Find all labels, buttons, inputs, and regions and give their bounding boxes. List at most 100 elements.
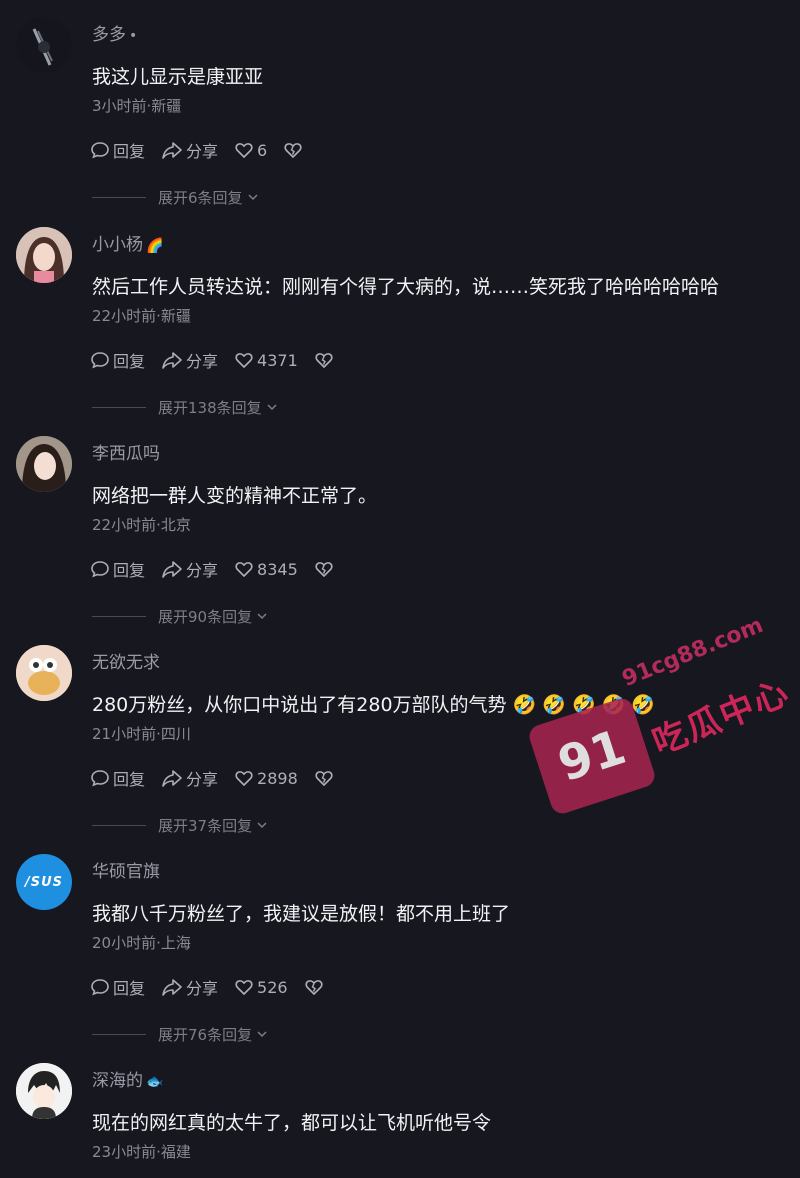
expand-label: 展开76条回复 <box>158 1025 253 1044</box>
comment-meta: 21小时前·四川 <box>92 725 191 743</box>
like-button[interactable]: 2898 <box>234 768 298 788</box>
reply-button[interactable]: 回复 <box>90 138 145 162</box>
comment-item: 多多 • 我这儿显示是康亚亚 3小时前·新疆 回复 分享 6 展开6条回复 <box>0 0 800 209</box>
comment-text: 我这儿显示是康亚亚 <box>92 66 264 88</box>
dislike-button[interactable] <box>314 559 337 579</box>
share-button[interactable]: 分享 <box>161 975 218 999</box>
username[interactable]: 多多 • <box>92 24 137 47</box>
username[interactable]: 小小杨 🌈 <box>92 234 163 257</box>
divider-line <box>92 1033 146 1035</box>
share-button[interactable]: 分享 <box>161 766 218 790</box>
share-icon <box>162 352 182 369</box>
username[interactable]: 无欲无求 <box>92 652 163 675</box>
share-icon <box>162 770 182 787</box>
reply-icon <box>91 142 109 159</box>
avatar[interactable] <box>16 436 72 492</box>
heart-icon <box>235 353 253 368</box>
reply-icon <box>91 352 109 369</box>
comment-meta: 20小时前·上海 <box>92 934 191 952</box>
share-label: 分享 <box>186 770 219 789</box>
chevron-down-icon <box>267 404 277 411</box>
avatar[interactable] <box>16 645 72 701</box>
heart-icon <box>235 980 253 995</box>
share-button[interactable]: 分享 <box>161 348 218 372</box>
like-count: 4371 <box>257 350 298 370</box>
reply-label: 回复 <box>113 770 146 789</box>
reply-label: 回复 <box>113 352 146 371</box>
share-icon <box>162 561 182 578</box>
share-icon <box>162 142 182 159</box>
comment-item: /SUS 华硕官旗 我都八千万粉丝了，我建议是放假！都不用上班了 20小时前·上… <box>0 837 800 1046</box>
expand-replies[interactable]: 展开76条回复 <box>92 1023 268 1045</box>
divider-line <box>92 615 146 617</box>
broken-heart-icon <box>315 353 333 368</box>
expand-replies[interactable]: 展开37条回复 <box>92 814 268 836</box>
comment-text: 网络把一群人变的精神不正常了。 <box>92 485 378 507</box>
reply-label: 回复 <box>113 561 146 580</box>
dislike-button[interactable] <box>314 768 337 788</box>
share-button[interactable]: 分享 <box>161 557 218 581</box>
expand-label: 展开90条回复 <box>158 607 253 626</box>
heart-icon <box>235 562 253 577</box>
broken-heart-icon <box>284 143 302 158</box>
broken-heart-icon <box>315 771 333 786</box>
divider-line <box>92 824 146 826</box>
heart-icon <box>235 143 253 158</box>
like-button[interactable]: 6 <box>234 140 267 160</box>
like-count: 6 <box>257 140 268 160</box>
dislike-button[interactable] <box>304 977 327 997</box>
reply-label: 回复 <box>113 142 146 161</box>
avatar[interactable] <box>16 1063 72 1119</box>
avatar[interactable] <box>16 227 72 283</box>
divider-line <box>92 196 146 198</box>
user-badge: 🌈 <box>146 238 164 254</box>
dislike-button[interactable] <box>283 140 306 160</box>
avatar[interactable]: /SUS <box>16 854 72 910</box>
comment-text: 然后工作人员转达说：刚刚有个得了大病的，说……笑死我了哈哈哈哈哈哈 <box>92 276 720 298</box>
user-badge: 🐟 <box>146 1074 164 1090</box>
share-label: 分享 <box>186 352 219 371</box>
dislike-button[interactable] <box>314 350 337 370</box>
share-button[interactable]: 分享 <box>161 138 218 162</box>
reply-icon <box>91 770 109 787</box>
user-badge: • <box>129 28 138 44</box>
reply-button[interactable]: 回复 <box>90 975 145 999</box>
reply-label: 回复 <box>113 979 146 998</box>
comment-meta: 22小时前·新疆 <box>92 307 191 325</box>
chevron-down-icon <box>257 1031 267 1038</box>
comment-meta: 3小时前·新疆 <box>92 97 182 115</box>
username[interactable]: 深海的 🐟 <box>92 1070 163 1093</box>
like-count: 2898 <box>257 768 298 788</box>
comment-text: 我都八千万粉丝了，我建议是放假！都不用上班了 <box>92 903 511 925</box>
like-button[interactable]: 4371 <box>234 350 298 370</box>
share-label: 分享 <box>186 979 219 998</box>
like-count: 526 <box>257 977 288 997</box>
share-icon <box>162 979 182 996</box>
comment-item: 小小杨 🌈 然后工作人员转达说：刚刚有个得了大病的，说……笑死我了哈哈哈哈哈哈 2… <box>0 210 800 419</box>
chevron-down-icon <box>257 613 267 620</box>
chevron-down-icon <box>248 194 258 201</box>
share-label: 分享 <box>186 561 219 580</box>
heart-icon <box>235 771 253 786</box>
broken-heart-icon <box>304 980 323 995</box>
username[interactable]: 华硕官旗 <box>92 861 163 884</box>
expand-replies[interactable]: 展开138条回复 <box>92 396 278 418</box>
comment-item: 深海的 🐟 现在的网红真的太牛了，都可以让飞机听他号令 23小时前·福建 <box>0 1046 800 1178</box>
reply-button[interactable]: 回复 <box>90 348 145 372</box>
comment-meta: 23小时前·福建 <box>92 1143 191 1161</box>
reply-button[interactable]: 回复 <box>90 766 145 790</box>
share-label: 分享 <box>186 142 219 161</box>
reply-button[interactable]: 回复 <box>90 557 145 581</box>
expand-replies[interactable]: 展开90条回复 <box>92 605 268 627</box>
expand-label: 展开138条回复 <box>158 398 262 417</box>
avatar[interactable] <box>16 17 72 73</box>
broken-heart-icon <box>315 562 333 577</box>
like-count: 8345 <box>257 559 298 579</box>
like-button[interactable]: 8345 <box>234 559 298 579</box>
username[interactable]: 李西瓜吗 <box>92 443 163 466</box>
expand-label: 展开6条回复 <box>158 188 243 207</box>
expand-replies[interactable]: 展开6条回复 <box>92 186 259 208</box>
reply-icon <box>91 979 109 996</box>
comment-meta: 22小时前·北京 <box>92 516 191 534</box>
like-button[interactable]: 526 <box>234 977 288 997</box>
